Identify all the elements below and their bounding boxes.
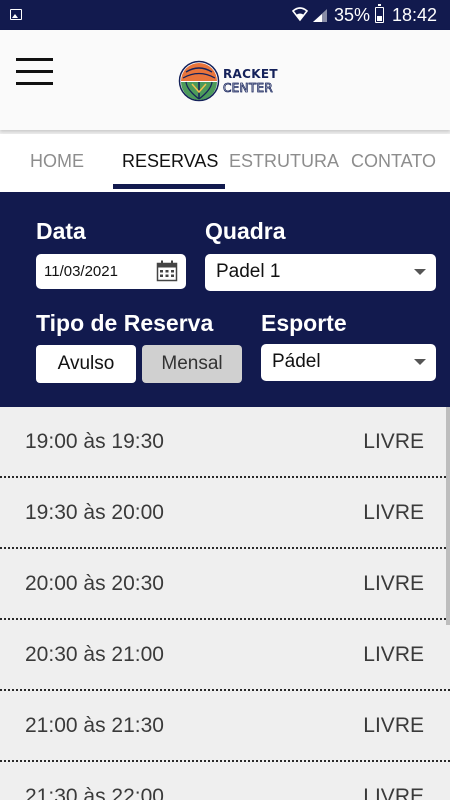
slot-time: 20:30 às 21:00 <box>25 643 164 666</box>
wifi-icon <box>292 7 308 22</box>
status-bar: 35% 18:42 <box>0 0 450 30</box>
battery-icon <box>375 4 384 23</box>
chevron-down-icon <box>414 269 426 275</box>
logo-line-1: RACKET <box>223 67 278 81</box>
reservation-filter-panel: Data 11/03/2021 Quadra Padel 1 Tipo de R… <box>0 192 450 407</box>
mensal-toggle-button[interactable]: Mensal <box>142 345 242 383</box>
slot-status: LIVRE <box>363 572 424 595</box>
nav-tabs: HOME RESERVAS ESTRUTURA CONTATO <box>0 134 450 192</box>
time-slot-list: 19:00 às 19:30 LIVRE 19:30 às 20:00 LIVR… <box>0 407 450 800</box>
list-item[interactable]: 20:30 às 21:00 LIVRE <box>0 620 450 691</box>
slot-time: 19:00 às 19:30 <box>25 430 164 453</box>
slot-time: 21:30 às 22:00 <box>25 785 164 800</box>
list-item[interactable]: 20:00 às 20:30 LIVRE <box>0 549 450 620</box>
slot-time: 19:30 às 20:00 <box>25 501 164 524</box>
tab-reservas[interactable]: RESERVAS <box>122 151 218 172</box>
sport-value: Pádel <box>272 351 321 372</box>
avulso-toggle-button[interactable]: Avulso <box>36 345 136 383</box>
logo-text: RACKET CENTER <box>223 67 278 95</box>
tab-contato[interactable]: CONTATO <box>351 151 436 172</box>
battery-percentage: 35% <box>334 5 371 25</box>
court-value: Padel 1 <box>216 261 281 282</box>
racket-center-logo-icon <box>178 60 220 102</box>
court-select[interactable]: Padel 1 <box>205 254 436 291</box>
slot-status: LIVRE <box>363 430 424 453</box>
tab-estrutura[interactable]: ESTRUTURA <box>229 151 339 172</box>
list-item[interactable]: 21:30 às 22:00 LIVRE <box>0 762 450 800</box>
list-item[interactable]: 21:00 às 21:30 LIVRE <box>0 691 450 762</box>
menu-icon[interactable] <box>16 58 54 88</box>
slot-time: 20:00 às 20:30 <box>25 572 164 595</box>
logo-line-2: CENTER <box>223 81 273 96</box>
slot-status: LIVRE <box>363 785 424 800</box>
sport-label: Esporte <box>261 310 347 336</box>
calendar-icon[interactable] <box>156 260 178 282</box>
date-label: Data <box>36 218 86 244</box>
reservation-type-label: Tipo de Reserva <box>36 310 214 336</box>
date-input[interactable]: 11/03/2021 <box>36 254 186 289</box>
sport-select[interactable]: Pádel <box>261 344 436 381</box>
chevron-down-icon <box>414 359 426 365</box>
slot-time: 21:00 às 21:30 <box>25 714 164 737</box>
slot-status: LIVRE <box>363 714 424 737</box>
court-label: Quadra <box>205 218 286 244</box>
slot-status: LIVRE <box>363 643 424 666</box>
date-value: 11/03/2021 <box>44 263 118 280</box>
signal-icon <box>313 9 327 22</box>
tab-home[interactable]: HOME <box>30 151 84 172</box>
list-item[interactable]: 19:00 às 19:30 LIVRE <box>0 407 450 478</box>
scrollbar[interactable] <box>446 407 450 625</box>
image-notification-icon <box>10 9 22 20</box>
slot-status: LIVRE <box>363 501 424 524</box>
active-tab-indicator <box>113 184 225 189</box>
list-item[interactable]: 19:30 às 20:00 LIVRE <box>0 478 450 549</box>
app-header: RACKET CENTER <box>0 30 450 130</box>
clock: 18:42 <box>392 5 438 25</box>
